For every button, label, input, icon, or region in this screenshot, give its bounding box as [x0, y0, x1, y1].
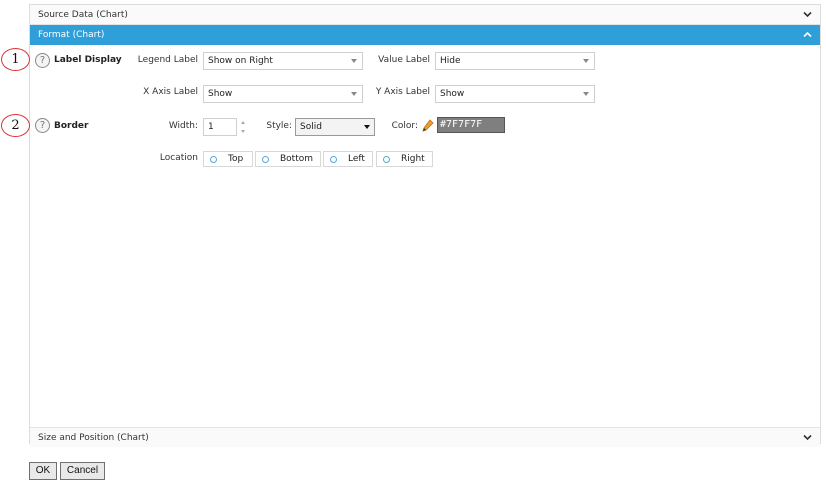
format-section-title: Format (Chart) — [38, 30, 105, 40]
spinner-down-icon[interactable] — [241, 130, 245, 133]
size-position-section-header[interactable]: Size and Position (Chart) — [30, 427, 820, 447]
radio-circle-icon — [383, 156, 390, 163]
location-left-radio[interactable]: Left — [323, 151, 373, 167]
ok-button[interactable]: OK — [29, 462, 57, 480]
border-help-icon[interactable]: ? — [35, 118, 50, 133]
dropdown-arrow-icon — [351, 92, 357, 96]
location-right-label: Right — [401, 154, 425, 164]
source-data-section-title: Source Data (Chart) — [38, 10, 128, 20]
location-bottom-radio[interactable]: Bottom — [255, 151, 321, 167]
location-right-radio[interactable]: Right — [376, 151, 433, 167]
radio-circle-icon — [330, 156, 337, 163]
dropdown-arrow-icon — [583, 59, 589, 63]
chevron-down-icon[interactable] — [802, 428, 814, 448]
legend-label-text: Legend Label — [137, 55, 198, 65]
x-axis-label-value: Show — [208, 89, 233, 99]
x-axis-label-text: X Axis Label — [143, 87, 198, 97]
callout-1: 1 — [1, 48, 30, 71]
border-title: Border — [54, 121, 89, 131]
dropdown-arrow-icon — [364, 125, 370, 129]
color-value: #7F7F7F — [440, 119, 483, 130]
width-input[interactable]: 1 — [203, 118, 237, 136]
cancel-button[interactable]: Cancel — [60, 462, 105, 480]
width-value: 1 — [208, 122, 214, 132]
pencil-icon[interactable] — [422, 119, 434, 135]
legend-label-value: Show on Right — [208, 56, 273, 66]
value-label-value: Hide — [440, 56, 461, 66]
width-label: Width: — [168, 121, 198, 131]
label-display-title: Label Display — [54, 55, 122, 65]
y-axis-label-value: Show — [440, 89, 465, 99]
location-top-radio[interactable]: Top — [203, 151, 253, 167]
color-label: Color: — [391, 121, 418, 131]
format-section-header[interactable]: Format (Chart) — [30, 25, 820, 45]
radio-circle-icon — [262, 156, 269, 163]
size-position-section-title: Size and Position (Chart) — [38, 433, 149, 443]
style-select[interactable]: Solid — [295, 118, 375, 136]
location-label: Location — [159, 153, 198, 163]
dropdown-arrow-icon — [351, 59, 357, 63]
color-swatch-input[interactable]: #7F7F7F — [437, 117, 505, 133]
y-axis-label-dropdown[interactable]: Show — [435, 85, 595, 103]
value-label-dropdown[interactable]: Hide — [435, 52, 595, 70]
radio-circle-icon — [210, 156, 217, 163]
value-label-text: Value Label — [378, 55, 430, 65]
callout-2: 2 — [1, 114, 30, 137]
chart-properties-panel: Source Data (Chart) Format (Chart) ? Lab… — [29, 4, 821, 447]
location-top-label: Top — [228, 154, 244, 164]
source-data-section-header[interactable]: Source Data (Chart) — [30, 5, 820, 25]
x-axis-label-dropdown[interactable]: Show — [203, 85, 363, 103]
legend-label-dropdown[interactable]: Show on Right — [203, 52, 363, 70]
dropdown-arrow-icon — [583, 92, 589, 96]
width-spinner[interactable] — [240, 118, 248, 136]
chevron-down-icon[interactable] — [802, 5, 814, 25]
style-label: Style: — [266, 121, 292, 131]
y-axis-label-text: Y Axis Label — [375, 87, 430, 97]
spinner-up-icon[interactable] — [241, 121, 245, 124]
location-left-label: Left — [348, 154, 365, 164]
style-value: Solid — [300, 122, 322, 132]
label-display-help-icon[interactable]: ? — [35, 53, 50, 68]
location-bottom-label: Bottom — [280, 154, 314, 164]
chevron-up-icon[interactable] — [802, 25, 814, 45]
